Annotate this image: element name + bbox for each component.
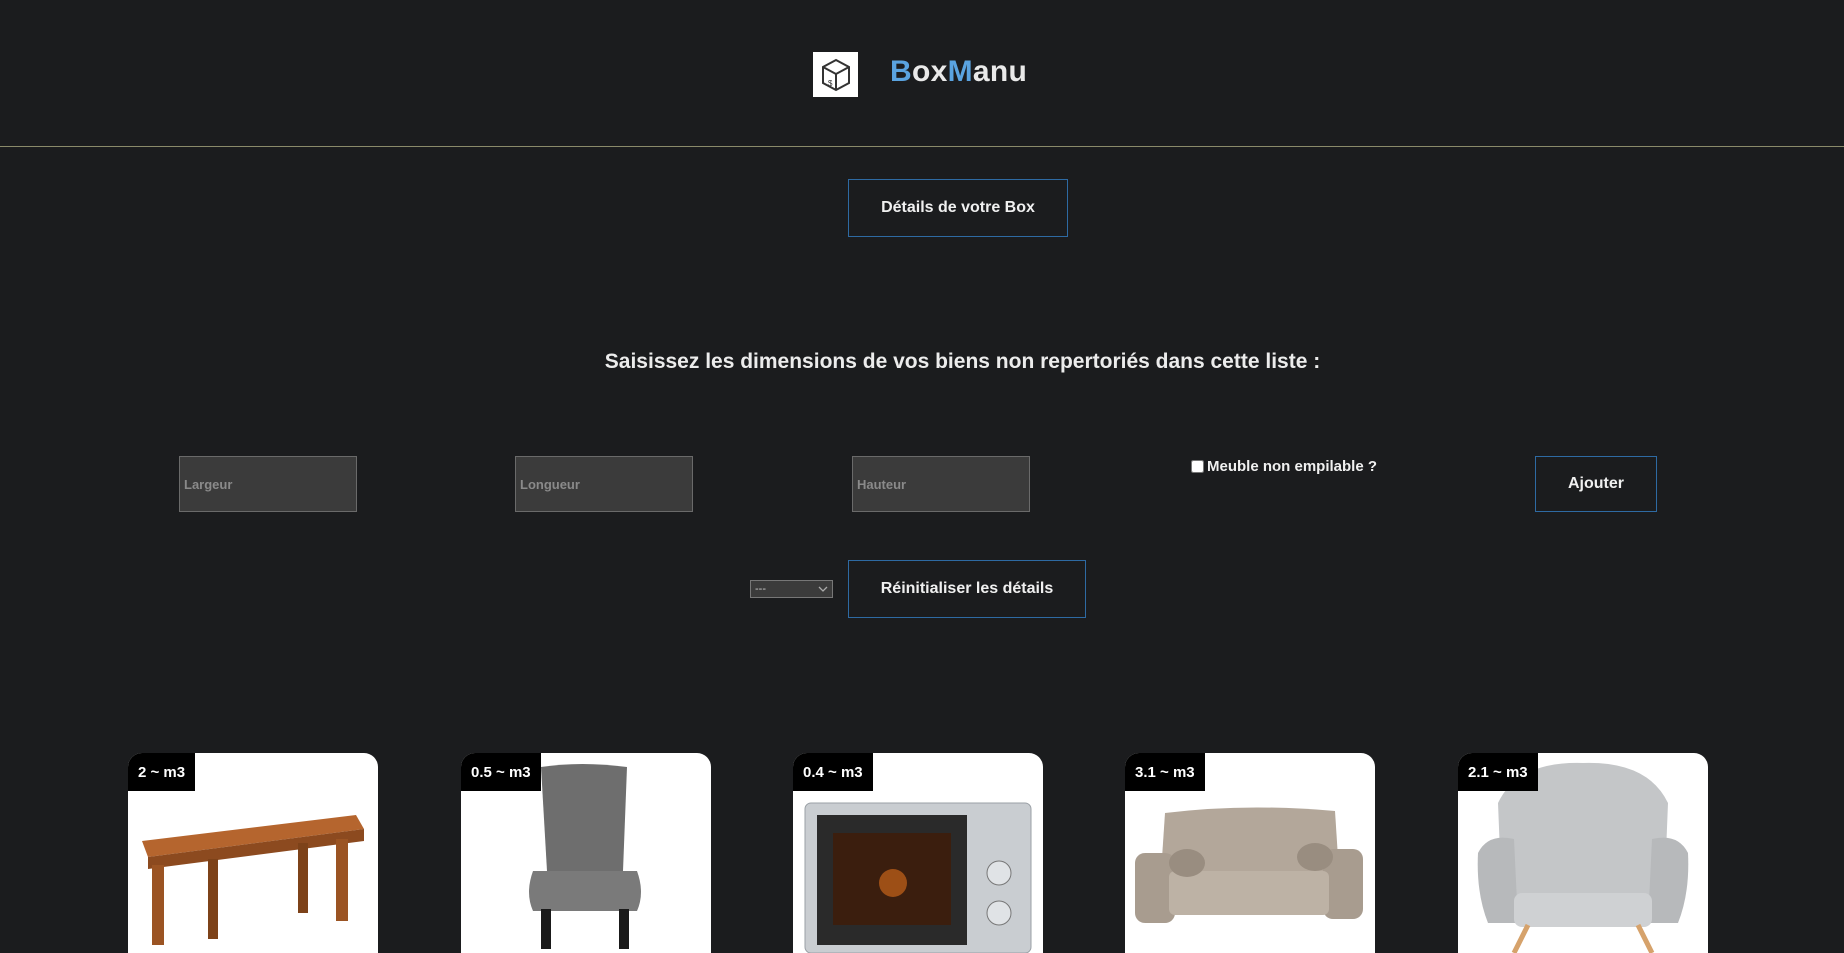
- length-input[interactable]: [515, 456, 693, 512]
- add-button[interactable]: Ajouter: [1535, 456, 1657, 512]
- box-logo-icon[interactable]: $: [813, 52, 858, 97]
- box-details-button[interactable]: Détails de votre Box: [848, 179, 1068, 237]
- brand-text-1: ox: [911, 55, 948, 88]
- site-header: $ BoxManu: [0, 0, 1844, 147]
- volume-badge: 0.4 ~ m3: [793, 753, 873, 791]
- height-input[interactable]: [852, 456, 1030, 512]
- brand-letter-m: M: [947, 55, 973, 88]
- instructions-heading: Saisissez les dimensions de vos biens no…: [604, 350, 1321, 373]
- item-select[interactable]: ---: [750, 580, 833, 598]
- item-card-microwave[interactable]: 0.4 ~ m3: [793, 753, 1043, 953]
- item-select-value: ---: [755, 583, 766, 595]
- non-stackable-option[interactable]: Meuble non empilable ?: [1191, 458, 1377, 475]
- item-card-sofa[interactable]: 3.1 ~ m3: [1125, 753, 1375, 953]
- svg-text:$: $: [828, 79, 833, 88]
- brand-name[interactable]: BoxManu: [890, 55, 1027, 89]
- volume-badge: 2 ~ m3: [128, 753, 196, 791]
- volume-badge: 3.1 ~ m3: [1125, 753, 1205, 791]
- item-card-chair[interactable]: 0.5 ~ m3: [461, 753, 711, 953]
- non-stackable-checkbox[interactable]: [1191, 460, 1204, 473]
- reset-details-button[interactable]: Réinitialiser les détails: [848, 560, 1086, 618]
- non-stackable-label: Meuble non empilable ?: [1207, 458, 1378, 475]
- volume-badge: 0.5 ~ m3: [461, 753, 541, 791]
- item-card-armchair[interactable]: 2.1 ~ m3: [1458, 753, 1708, 953]
- brand-letter-b: B: [890, 55, 912, 88]
- brand-text-2: anu: [972, 55, 1028, 88]
- item-card-table[interactable]: 2 ~ m3: [128, 753, 378, 953]
- volume-badge: 2.1 ~ m3: [1458, 753, 1538, 791]
- chevron-down-icon: [818, 586, 828, 592]
- width-input[interactable]: [179, 456, 357, 512]
